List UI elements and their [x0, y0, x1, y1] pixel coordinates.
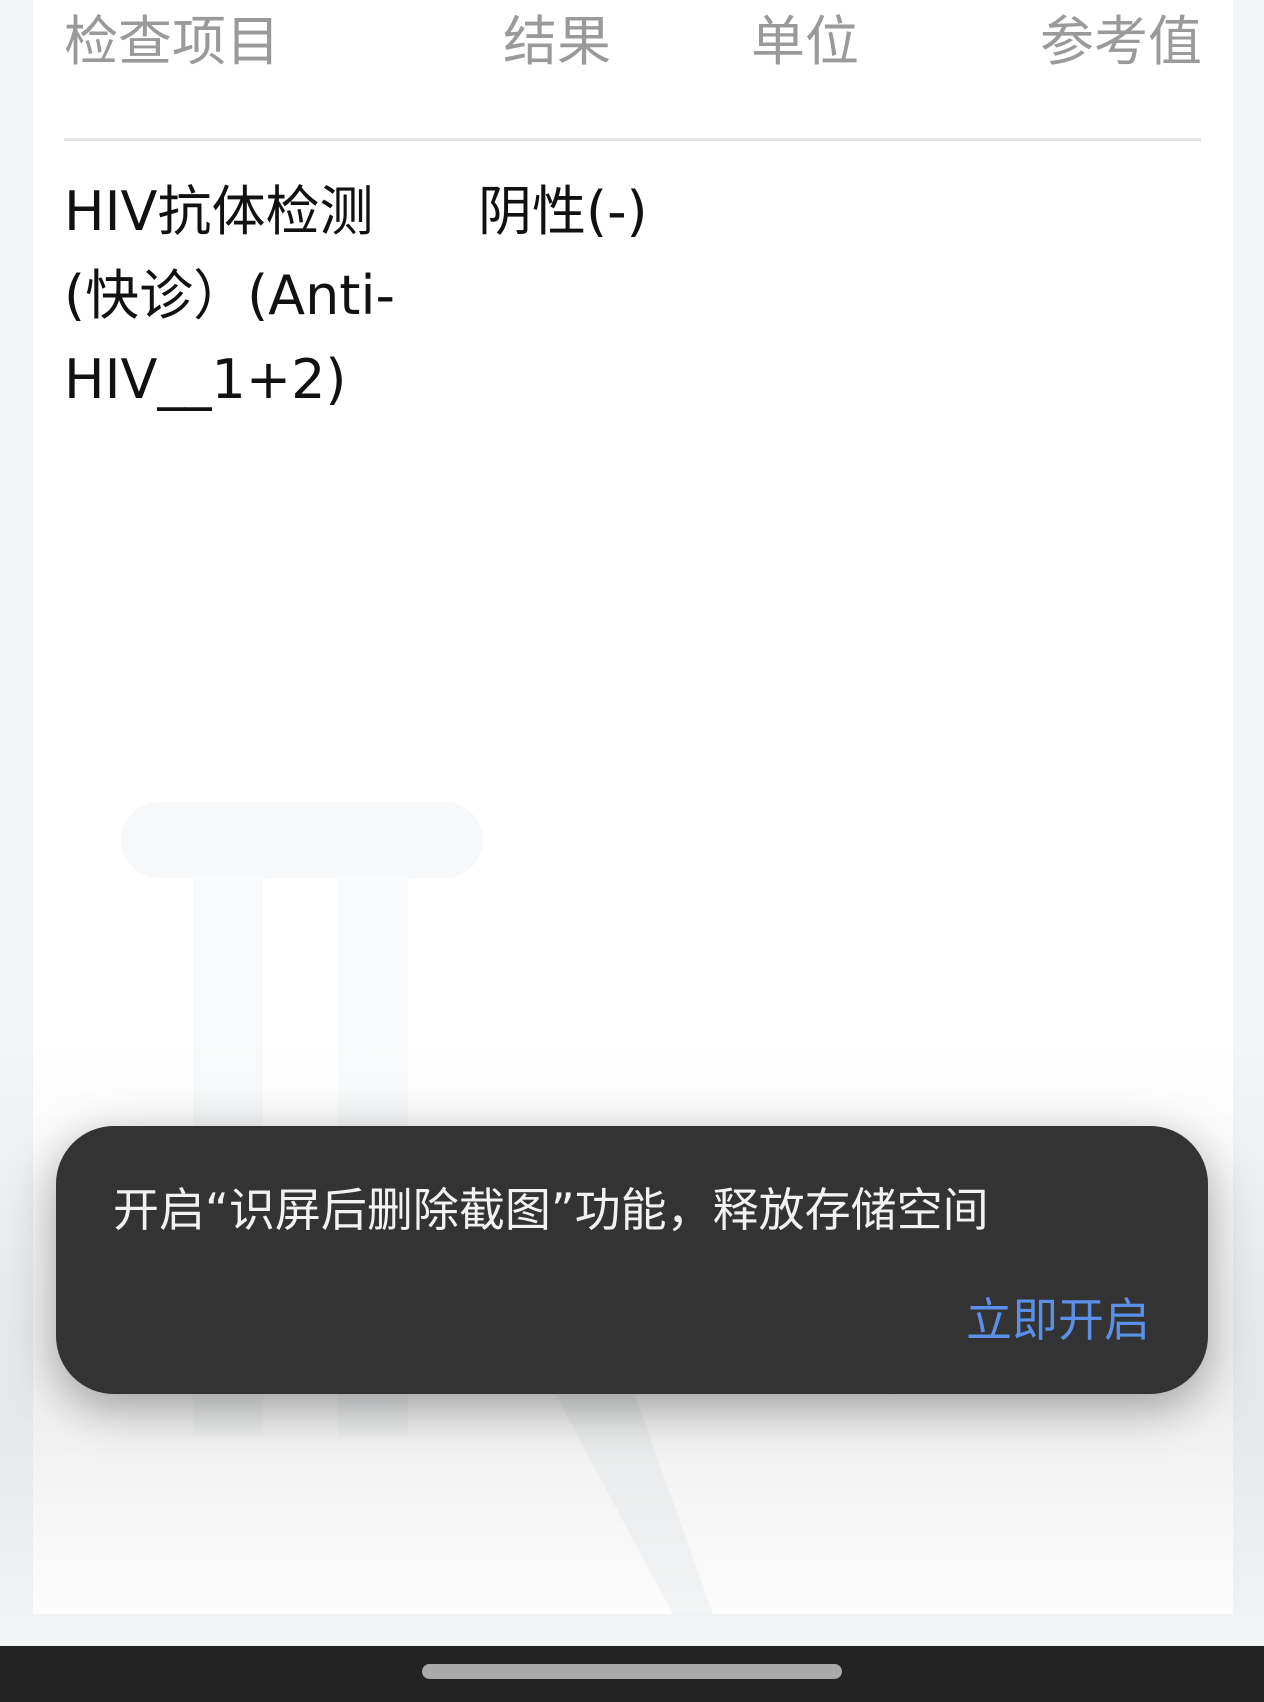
screenshot-cleanup-toast: 开启“识屏后删除截图”功能，释放存储空间 立即开启	[56, 1126, 1208, 1394]
header-result: 结果	[503, 10, 611, 73]
header-reference: 参考值	[1040, 10, 1202, 73]
row-result: 阴性(-)	[478, 180, 648, 243]
system-navigation-bar	[0, 1646, 1264, 1702]
header-item: 检查项目	[64, 10, 280, 73]
toast-message: 开启“识屏后删除截图”功能，释放存储空间	[113, 1183, 989, 1237]
header-unit: 单位	[751, 10, 859, 73]
table-row: HIV抗体检测(快诊）(Anti-HIV__1+2) 阴性(-)	[33, 170, 1233, 430]
home-indicator[interactable]	[422, 1664, 842, 1679]
header-divider	[64, 138, 1201, 141]
table-header: 检查项目 结果 单位 参考值	[33, 0, 1233, 140]
row-item-name: HIV抗体检测(快诊）(Anti-HIV__1+2)	[64, 180, 395, 411]
enable-now-button[interactable]: 立即开启	[966, 1290, 1150, 1350]
